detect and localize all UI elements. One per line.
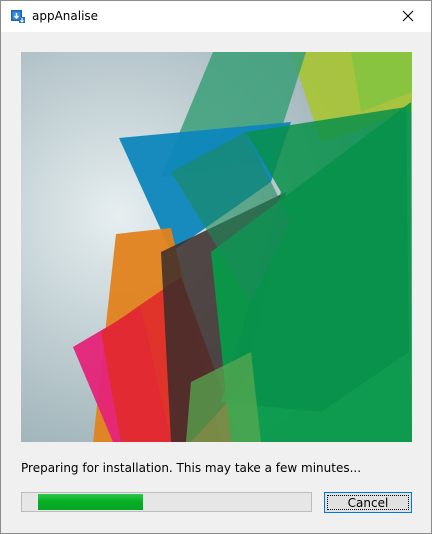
installation-progress-bar [21, 492, 312, 512]
close-button[interactable] [385, 1, 431, 32]
installer-app-icon [10, 8, 26, 24]
progress-bar-fill [38, 494, 143, 510]
title-bar[interactable]: appAnalise [1, 1, 431, 32]
installer-window: appAnalise Preparing for installation. T… [0, 0, 432, 534]
close-icon [402, 7, 414, 26]
installer-banner-image [21, 52, 412, 442]
status-message: Preparing for installation. This may tak… [21, 461, 362, 475]
abstract-banner-art [21, 52, 412, 442]
window-title: appAnalise [32, 9, 99, 23]
cancel-button[interactable]: Cancel [324, 492, 412, 513]
